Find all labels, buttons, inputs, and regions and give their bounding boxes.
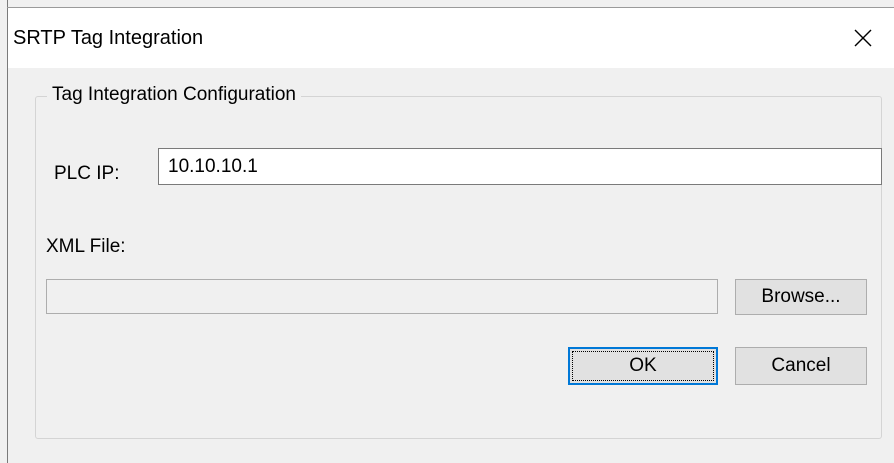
- cancel-button-label: Cancel: [771, 355, 831, 376]
- dialog-window: SRTP Tag Integration Tag Integration Con…: [0, 0, 894, 463]
- xml-file-label: XML File:: [46, 236, 126, 257]
- xml-file-path-input[interactable]: [46, 279, 718, 314]
- title-bar[interactable]: SRTP Tag Integration: [8, 8, 894, 68]
- window-border-left: [7, 0, 8, 463]
- plc-ip-input[interactable]: [158, 148, 882, 185]
- browse-button[interactable]: Browse...: [735, 279, 867, 315]
- close-icon: [854, 29, 872, 47]
- close-button[interactable]: [832, 8, 894, 68]
- browse-button-label: Browse...: [761, 286, 841, 307]
- plc-ip-label: PLC IP:: [54, 163, 120, 184]
- ok-button[interactable]: OK: [568, 347, 718, 385]
- groupbox-legend: Tag Integration Configuration: [47, 84, 301, 106]
- cancel-button[interactable]: Cancel: [735, 347, 867, 385]
- window-title: SRTP Tag Integration: [13, 27, 204, 49]
- ok-button-label: OK: [629, 355, 657, 376]
